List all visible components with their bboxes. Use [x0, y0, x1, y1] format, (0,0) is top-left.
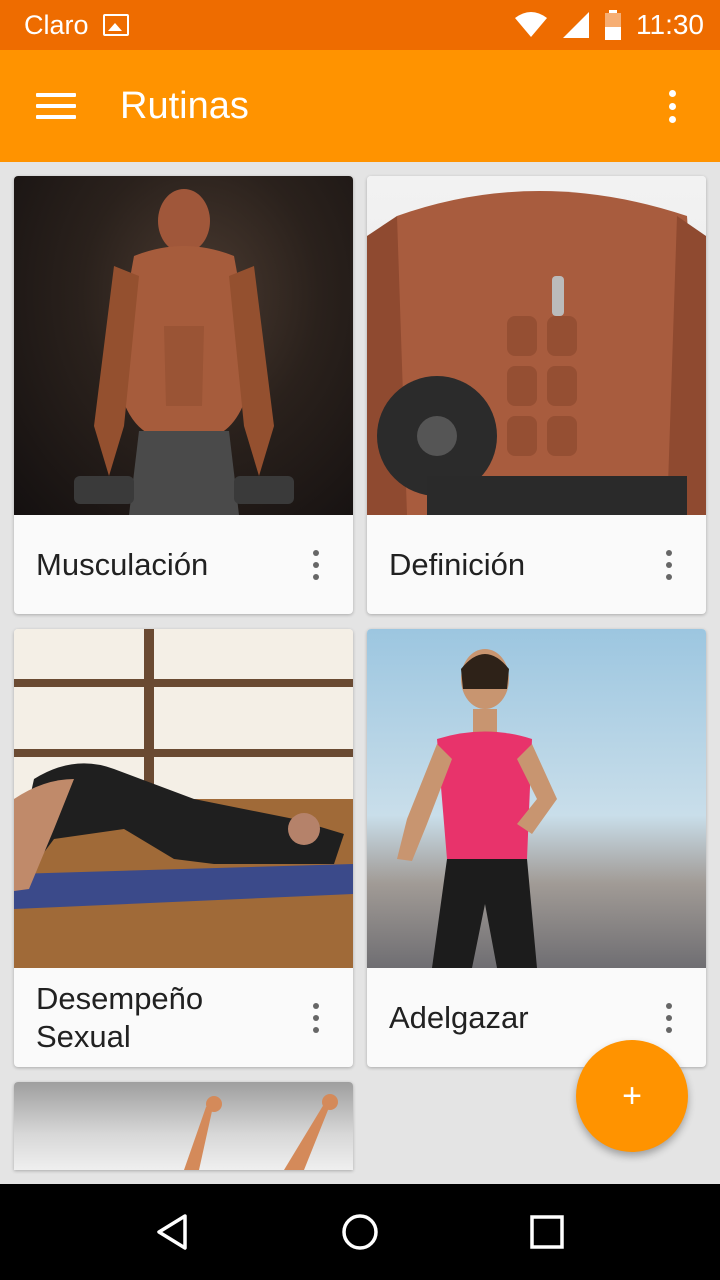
recents-button[interactable]: [507, 1192, 587, 1272]
card-footer: Definición: [367, 515, 706, 614]
card-menu-button[interactable]: [654, 988, 684, 1048]
routine-image: [14, 1082, 353, 1170]
wifi-icon: [515, 12, 547, 37]
card-footer: Desempeño Sexual: [14, 968, 353, 1067]
home-icon: [342, 1214, 378, 1250]
system-nav-bar: [0, 1184, 720, 1280]
status-bar: Claro 11:30: [0, 0, 720, 50]
routine-image: [14, 629, 353, 968]
routine-card[interactable]: [14, 1082, 353, 1170]
woman-running-image: [397, 649, 557, 968]
more-vert-icon: [313, 549, 319, 580]
muscular-man-image: [74, 189, 294, 515]
app-bar: Rutinas: [0, 50, 720, 162]
routine-card[interactable]: Definición: [367, 176, 706, 614]
more-vert-icon: [668, 89, 676, 123]
more-vert-icon: [313, 1002, 319, 1033]
battery-icon: [605, 10, 621, 40]
menu-button[interactable]: [0, 50, 112, 162]
page-title: Rutinas: [120, 84, 249, 127]
back-icon: [157, 1214, 188, 1250]
card-menu-button[interactable]: [654, 535, 684, 595]
card-menu-button[interactable]: [301, 535, 331, 595]
card-menu-button[interactable]: [301, 988, 331, 1048]
status-icons: 11:30: [514, 9, 704, 41]
routine-image: [14, 176, 353, 515]
more-vert-icon: [666, 549, 672, 580]
hamburger-icon: [36, 93, 76, 119]
add-button[interactable]: +: [576, 1040, 688, 1152]
glute-bridge-image: [14, 629, 353, 968]
screen: Claro 11:30 Rutinas Musculación Definici…: [0, 0, 720, 1280]
routine-card[interactable]: Adelgazar: [367, 629, 706, 1067]
carrier-name: Claro: [24, 9, 89, 40]
card-title: Musculación: [36, 546, 209, 582]
overflow-menu-button[interactable]: [624, 50, 720, 162]
more-vert-icon: [666, 1002, 672, 1033]
arms-raised-image: [184, 1094, 338, 1170]
routine-image: [367, 176, 706, 515]
image-notification-icon: [102, 14, 129, 36]
card-footer: Musculación: [14, 515, 353, 614]
recents-icon: [529, 1215, 564, 1249]
card-title: Definición: [389, 546, 526, 582]
home-button[interactable]: [320, 1192, 400, 1272]
clock: 11:30: [636, 9, 704, 40]
defined-torso-image: [367, 191, 706, 515]
signal-icon: [563, 12, 589, 38]
card-title: Desempeño Sexual: [36, 980, 204, 1054]
card-title: Adelgazar: [389, 999, 529, 1035]
back-button[interactable]: [133, 1192, 213, 1272]
routine-image: [367, 629, 706, 968]
routine-card[interactable]: Musculación: [14, 176, 353, 614]
routine-card[interactable]: Desempeño Sexual: [14, 629, 353, 1067]
add-icon: +: [622, 1076, 642, 1115]
